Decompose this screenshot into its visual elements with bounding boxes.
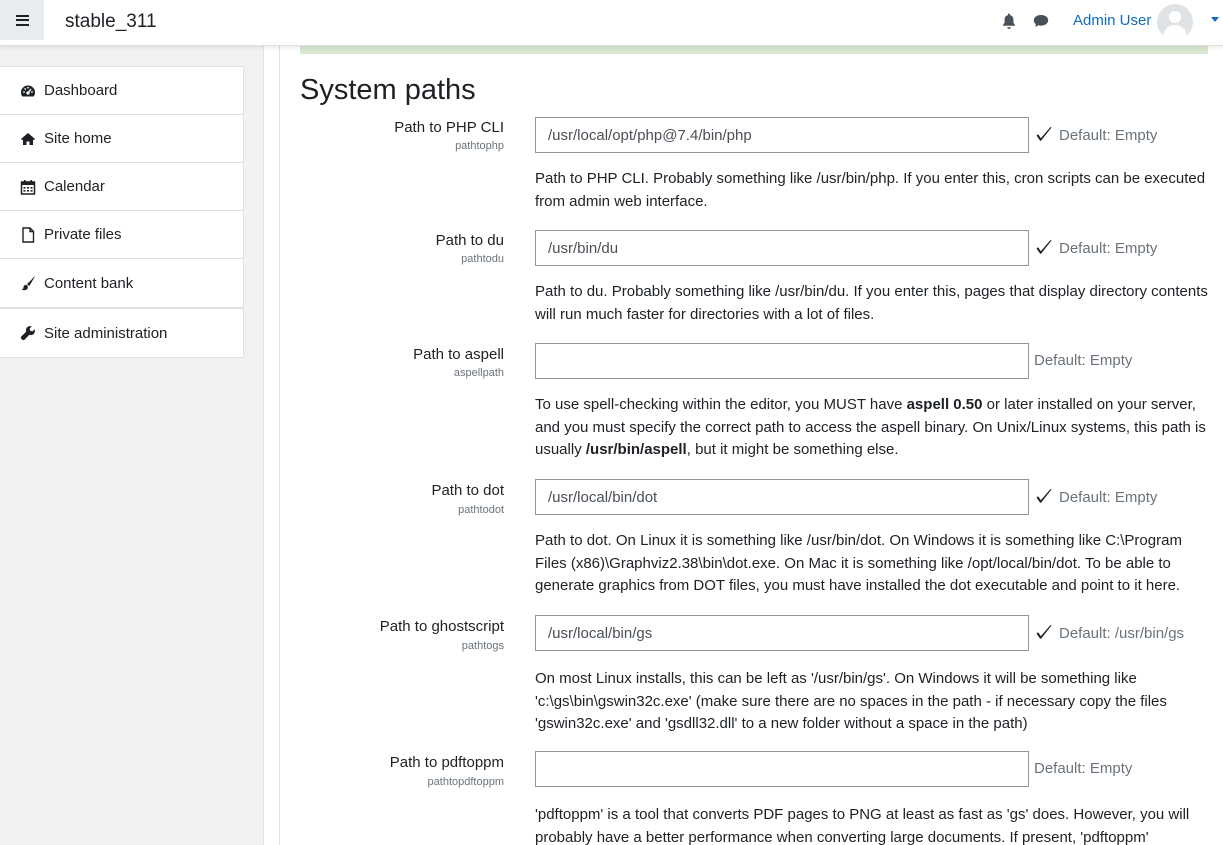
- setting-label: Path to PHP CLI: [394, 119, 504, 136]
- menu-toggle-button[interactable]: [0, 0, 44, 40]
- nav-item-label: Calendar: [44, 178, 105, 195]
- default-indicator: Default: Empty: [1035, 239, 1157, 257]
- nav-item-calendar[interactable]: Calendar: [0, 163, 243, 211]
- setting-description: Path to dot. On Linux it is something li…: [535, 532, 1182, 594]
- setting-label: Path to dot: [431, 482, 504, 499]
- default-value-text: Default: Empty: [1059, 488, 1158, 506]
- nav-item-label: Dashboard: [44, 82, 118, 99]
- admin-nav-list: Site administration: [0, 308, 244, 358]
- setting-name: pathtogs: [461, 640, 504, 652]
- dashboard-icon: [20, 83, 36, 99]
- checkmark-icon: [1036, 625, 1052, 639]
- wrench-icon: [20, 325, 36, 341]
- bell-icon[interactable]: [1002, 13, 1016, 29]
- nav-item-label: Site home: [44, 130, 112, 147]
- home-icon: [20, 131, 36, 147]
- setting-label: Path to ghostscript: [379, 618, 504, 635]
- file-icon: [20, 226, 36, 243]
- default-value-text: Default: /usr/bin/gs: [1059, 624, 1185, 642]
- setting-description: To use spell-checking within the editor,…: [535, 396, 1206, 458]
- default-indicator: Default: Empty: [1035, 126, 1157, 144]
- default-value-text: Default: Empty: [1034, 352, 1133, 369]
- setting-name: aspellpath: [453, 367, 504, 379]
- pathtogs-input[interactable]: [535, 615, 1029, 651]
- menu-icon: [15, 14, 29, 26]
- nav-drawer: Dashboard Site home Calendar Private fil…: [0, 46, 264, 845]
- setting-name: pathtodot: [458, 504, 504, 516]
- paintbrush-icon: [20, 275, 36, 291]
- default-indicator: Default: Empty: [1034, 760, 1132, 777]
- main-region-border: [279, 46, 280, 845]
- setting-label: Path to aspell: [413, 346, 504, 363]
- checkmark-icon: [1036, 489, 1052, 503]
- pathtopdftoppm-input[interactable]: [535, 751, 1029, 787]
- pathtophp-input[interactable]: [535, 117, 1029, 153]
- setting-description: 'pdftoppm' is a tool that converts PDF p…: [535, 806, 1190, 845]
- nav-item-label: Site administration: [44, 324, 168, 342]
- site-name-link[interactable]: stable_311: [65, 11, 157, 33]
- pathtodot-input[interactable]: [535, 479, 1029, 515]
- nav-list: Dashboard Site home Calendar Private fil…: [0, 66, 244, 308]
- setting-label: Path to du: [435, 232, 504, 249]
- default-value-text: Default: Empty: [1059, 239, 1158, 257]
- top-navbar: stable_311 Admin User: [0, 0, 1223, 46]
- setting-description: On most Linux installs, this can be left…: [535, 670, 1167, 732]
- nav-item-site-administration[interactable]: Site administration: [0, 309, 243, 357]
- setting-name: pathtodu: [461, 253, 504, 265]
- checkmark-icon: [1036, 240, 1052, 254]
- default-indicator: Default: Empty: [1035, 488, 1157, 506]
- nav-item-content-bank[interactable]: Content bank: [0, 259, 243, 307]
- user-avatar[interactable]: [1157, 4, 1193, 40]
- success-notification-bar: [300, 46, 1208, 54]
- nav-item-site-home[interactable]: Site home: [0, 115, 243, 163]
- default-value-text: Default: Empty: [1034, 760, 1133, 777]
- pathtodu-input[interactable]: [535, 230, 1029, 266]
- nav-item-private-files[interactable]: Private files: [0, 211, 243, 259]
- default-indicator: Default: Empty: [1034, 352, 1132, 369]
- checkmark-icon: [1036, 127, 1052, 141]
- user-menu-name[interactable]: Admin User: [1073, 12, 1151, 29]
- aspellpath-input[interactable]: [535, 343, 1029, 379]
- chat-icon[interactable]: [1033, 14, 1049, 28]
- nav-item-dashboard[interactable]: Dashboard: [0, 67, 243, 115]
- default-indicator: Default: /usr/bin/gs: [1035, 624, 1184, 642]
- setting-description: Path to du. Probably something like /usr…: [535, 283, 1208, 323]
- nav-item-label: Private files: [44, 226, 122, 243]
- setting-description: Path to PHP CLI. Probably something like…: [535, 170, 1206, 210]
- setting-name: pathtopdftoppm: [427, 776, 504, 788]
- caret-down-icon[interactable]: [1211, 17, 1219, 22]
- nav-item-label: Content bank: [44, 274, 134, 292]
- default-value-text: Default: Empty: [1059, 126, 1158, 144]
- calendar-icon: [20, 179, 36, 195]
- setting-name: pathtophp: [455, 140, 504, 152]
- section-title: System paths: [300, 74, 476, 106]
- setting-label: Path to pdftoppm: [389, 754, 504, 771]
